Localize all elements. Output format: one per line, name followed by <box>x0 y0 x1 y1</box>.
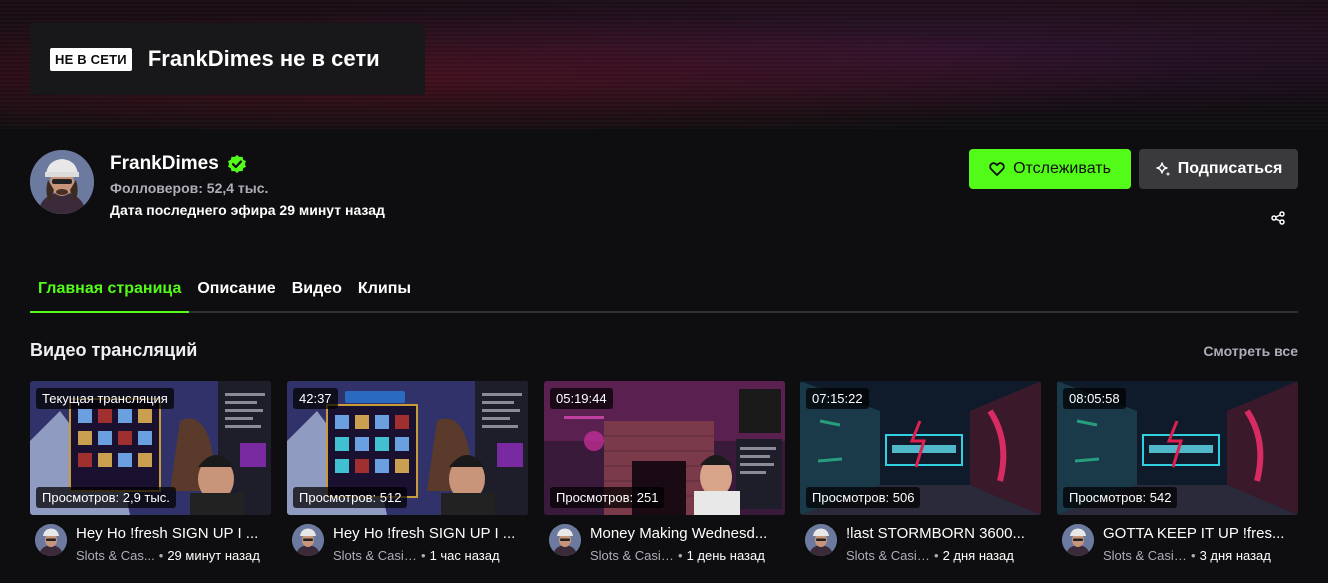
separator-dot: • <box>158 548 164 563</box>
tab-clips[interactable]: Клипы <box>350 276 419 313</box>
views-badge: Просмотров: 542 <box>1063 487 1178 508</box>
share-icon <box>1271 211 1285 225</box>
video-meta: Money Making Wednesd... Slots & Casino •… <box>544 522 785 572</box>
video-card[interactable]: 05:19:44 Просмотров: 251 Money Making We… <box>544 381 785 572</box>
separator-dot: • <box>421 548 426 563</box>
offline-title: FrankDimes не в сети <box>147 46 380 71</box>
video-time: 2 дня назад <box>942 548 1014 563</box>
separator-dot: • <box>934 548 939 563</box>
video-time: 29 минут назад <box>167 548 260 563</box>
duration-badge: 05:19:44 <box>550 388 613 409</box>
video-title[interactable]: !last STORMBORN 3600... <box>846 525 1036 542</box>
video-meta: Hey Ho !fresh SIGN UP I ... Slots & Casi… <box>287 522 528 572</box>
creator-avatar[interactable] <box>35 524 67 556</box>
last-stream-date: Дата последнего эфира 29 минут назад <box>110 202 385 218</box>
video-time: 1 день назад <box>686 548 765 563</box>
video-card[interactable]: 08:05:58 Просмотров: 542 GOTTA KEEP IT U… <box>1057 381 1298 572</box>
video-title[interactable]: Hey Ho !fresh SIGN UP I ... <box>333 525 523 542</box>
video-subline: Slots & Casino • 2 дня назад <box>846 548 1041 563</box>
video-thumbnail[interactable]: Текущая трансляция Просмотров: 2,9 тыс. <box>30 381 271 515</box>
video-card[interactable]: 42:37 Просмотров: 512 Hey Ho !fresh SIGN… <box>287 381 528 572</box>
subscribe-button[interactable]: Подписаться <box>1139 149 1298 189</box>
follow-label: Отслеживать <box>1013 160 1111 177</box>
channel-banner: НЕ В СЕТИ FrankDimes не в сети <box>0 0 1328 129</box>
video-title[interactable]: GOTTA KEEP IT UP !fres... <box>1103 525 1293 542</box>
channel-name: FrankDimes <box>110 153 219 174</box>
channel-avatar[interactable] <box>30 150 94 214</box>
video-subline: Slots & Casino • 3 дня назад <box>1103 548 1298 563</box>
video-card[interactable]: 07:15:22 Просмотров: 506 !last STORMBORN… <box>800 381 1041 572</box>
video-meta: Hey Ho !fresh SIGN UP I ... Slots & Cas.… <box>30 522 271 572</box>
video-category[interactable]: Slots & Casino <box>846 548 930 563</box>
creator-avatar[interactable] <box>1062 524 1094 556</box>
video-subline: Slots & Casino • 1 час назад <box>333 548 528 563</box>
tab-home[interactable]: Главная страница <box>30 276 190 313</box>
video-meta: GOTTA KEEP IT UP !fres... Slots & Casino… <box>1057 522 1298 572</box>
video-thumbnail[interactable]: 08:05:58 Просмотров: 542 <box>1057 381 1298 515</box>
offline-badge: НЕ В СЕТИ <box>50 47 132 71</box>
separator-dot: • <box>678 548 683 563</box>
video-category[interactable]: Slots & Cas... <box>76 548 155 563</box>
video-title[interactable]: Money Making Wednesd... <box>590 525 780 542</box>
duration-badge: 42:37 <box>293 388 338 409</box>
video-thumbnail[interactable]: 05:19:44 Просмотров: 251 <box>544 381 785 515</box>
separator-dot: • <box>1191 548 1196 563</box>
views-badge: Просмотров: 251 <box>550 487 665 508</box>
offline-card: НЕ В СЕТИ FrankDimes не в сети <box>30 23 425 95</box>
video-category[interactable]: Slots & Casino <box>590 548 674 563</box>
creator-avatar[interactable] <box>805 524 837 556</box>
video-time: 3 дня назад <box>1199 548 1271 563</box>
section-title: Видео трансляций <box>30 340 198 360</box>
video-meta: !last STORMBORN 3600... Slots & Casino •… <box>800 522 1041 572</box>
sparkle-icon <box>1155 162 1171 177</box>
channel-name-row: FrankDimes <box>110 153 247 175</box>
video-category[interactable]: Slots & Casino <box>1103 548 1187 563</box>
tab-videos[interactable]: Видео <box>284 276 350 313</box>
video-subline: Slots & Cas... • 29 минут назад <box>76 548 271 563</box>
video-time: 1 час назад <box>429 548 500 563</box>
live-badge: Текущая трансляция <box>36 388 174 409</box>
video-thumbnail[interactable]: 42:37 Просмотров: 512 <box>287 381 528 515</box>
duration-badge: 08:05:58 <box>1063 388 1126 409</box>
video-thumbnail[interactable]: 07:15:22 Просмотров: 506 <box>800 381 1041 515</box>
heart-icon <box>989 162 1005 176</box>
video-subline: Slots & Casino • 1 день назад <box>590 548 785 563</box>
follow-button[interactable]: Отслеживать <box>969 149 1131 189</box>
views-badge: Просмотров: 512 <box>293 487 408 508</box>
video-title[interactable]: Hey Ho !fresh SIGN UP I ... <box>76 525 266 542</box>
video-card[interactable]: Текущая трансляция Просмотров: 2,9 тыс. … <box>30 381 271 572</box>
followers-count: Фолловеров: 52,4 тыс. <box>110 180 269 196</box>
views-badge: Просмотров: 2,9 тыс. <box>36 487 176 508</box>
tab-about[interactable]: Описание <box>189 276 283 313</box>
views-badge: Просмотров: 506 <box>806 487 921 508</box>
subscribe-label: Подписаться <box>1177 160 1283 177</box>
see-all-link[interactable]: Смотреть все <box>1203 343 1298 359</box>
creator-avatar[interactable] <box>292 524 324 556</box>
duration-badge: 07:15:22 <box>806 388 869 409</box>
share-button[interactable] <box>1268 208 1288 228</box>
creator-avatar[interactable] <box>549 524 581 556</box>
channel-tabs: Главная страница Описание Видео Клипы <box>30 276 1298 313</box>
verified-check-icon <box>227 155 246 173</box>
video-category[interactable]: Slots & Casino <box>333 548 417 563</box>
